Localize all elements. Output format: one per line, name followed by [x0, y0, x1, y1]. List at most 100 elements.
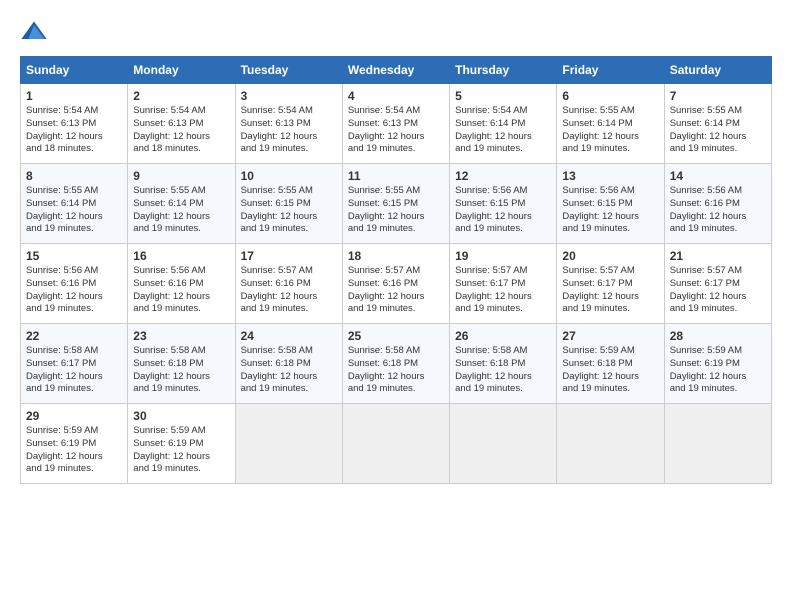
day-number: 27 [562, 329, 658, 343]
day-info: Sunrise: 5:55 AMSunset: 6:14 PMDaylight:… [133, 185, 229, 236]
day-info: Sunrise: 5:58 AMSunset: 6:18 PMDaylight:… [241, 345, 337, 396]
day-number: 30 [133, 409, 229, 423]
calendar-day-cell: 16 Sunrise: 5:56 AMSunset: 6:16 PMDaylig… [128, 244, 235, 324]
calendar-day-cell: 2 Sunrise: 5:54 AMSunset: 6:13 PMDayligh… [128, 84, 235, 164]
calendar-header-row: SundayMondayTuesdayWednesdayThursdayFrid… [21, 57, 772, 84]
calendar-week-row: 8 Sunrise: 5:55 AMSunset: 6:14 PMDayligh… [21, 164, 772, 244]
day-info: Sunrise: 5:55 AMSunset: 6:14 PMDaylight:… [562, 105, 658, 156]
day-info: Sunrise: 5:55 AMSunset: 6:15 PMDaylight:… [348, 185, 444, 236]
calendar-day-cell: 7 Sunrise: 5:55 AMSunset: 6:14 PMDayligh… [664, 84, 771, 164]
day-info: Sunrise: 5:58 AMSunset: 6:18 PMDaylight:… [455, 345, 551, 396]
day-number: 17 [241, 249, 337, 263]
calendar-day-cell: 19 Sunrise: 5:57 AMSunset: 6:17 PMDaylig… [450, 244, 557, 324]
calendar-col-header: Wednesday [342, 57, 449, 84]
calendar-col-header: Friday [557, 57, 664, 84]
calendar-day-cell: 26 Sunrise: 5:58 AMSunset: 6:18 PMDaylig… [450, 324, 557, 404]
day-number: 6 [562, 89, 658, 103]
calendar-col-header: Sunday [21, 57, 128, 84]
calendar-day-cell: 24 Sunrise: 5:58 AMSunset: 6:18 PMDaylig… [235, 324, 342, 404]
day-info: Sunrise: 5:54 AMSunset: 6:13 PMDaylight:… [133, 105, 229, 156]
day-info: Sunrise: 5:54 AMSunset: 6:13 PMDaylight:… [241, 105, 337, 156]
day-info: Sunrise: 5:54 AMSunset: 6:13 PMDaylight:… [348, 105, 444, 156]
calendar-day-cell [664, 404, 771, 484]
logo-icon [20, 18, 48, 46]
day-info: Sunrise: 5:57 AMSunset: 6:17 PMDaylight:… [455, 265, 551, 316]
day-info: Sunrise: 5:56 AMSunset: 6:16 PMDaylight:… [26, 265, 122, 316]
day-info: Sunrise: 5:56 AMSunset: 6:15 PMDaylight:… [455, 185, 551, 236]
calendar-day-cell: 23 Sunrise: 5:58 AMSunset: 6:18 PMDaylig… [128, 324, 235, 404]
calendar-day-cell [235, 404, 342, 484]
calendar-day-cell: 21 Sunrise: 5:57 AMSunset: 6:17 PMDaylig… [664, 244, 771, 324]
day-info: Sunrise: 5:55 AMSunset: 6:14 PMDaylight:… [670, 105, 766, 156]
logo [20, 18, 52, 46]
day-number: 20 [562, 249, 658, 263]
calendar-day-cell [342, 404, 449, 484]
day-number: 28 [670, 329, 766, 343]
calendar-day-cell: 12 Sunrise: 5:56 AMSunset: 6:15 PMDaylig… [450, 164, 557, 244]
day-info: Sunrise: 5:57 AMSunset: 6:16 PMDaylight:… [241, 265, 337, 316]
day-info: Sunrise: 5:59 AMSunset: 6:18 PMDaylight:… [562, 345, 658, 396]
day-number: 14 [670, 169, 766, 183]
day-number: 8 [26, 169, 122, 183]
calendar-day-cell: 20 Sunrise: 5:57 AMSunset: 6:17 PMDaylig… [557, 244, 664, 324]
calendar-col-header: Tuesday [235, 57, 342, 84]
day-number: 26 [455, 329, 551, 343]
calendar-day-cell: 1 Sunrise: 5:54 AMSunset: 6:13 PMDayligh… [21, 84, 128, 164]
calendar-day-cell: 30 Sunrise: 5:59 AMSunset: 6:19 PMDaylig… [128, 404, 235, 484]
day-info: Sunrise: 5:55 AMSunset: 6:15 PMDaylight:… [241, 185, 337, 236]
calendar-week-row: 29 Sunrise: 5:59 AMSunset: 6:19 PMDaylig… [21, 404, 772, 484]
calendar-day-cell: 22 Sunrise: 5:58 AMSunset: 6:17 PMDaylig… [21, 324, 128, 404]
day-number: 7 [670, 89, 766, 103]
calendar-table: SundayMondayTuesdayWednesdayThursdayFrid… [20, 56, 772, 484]
day-number: 16 [133, 249, 229, 263]
calendar-day-cell: 13 Sunrise: 5:56 AMSunset: 6:15 PMDaylig… [557, 164, 664, 244]
day-info: Sunrise: 5:54 AMSunset: 6:14 PMDaylight:… [455, 105, 551, 156]
day-info: Sunrise: 5:58 AMSunset: 6:18 PMDaylight:… [133, 345, 229, 396]
day-number: 11 [348, 169, 444, 183]
calendar-col-header: Monday [128, 57, 235, 84]
calendar-day-cell: 15 Sunrise: 5:56 AMSunset: 6:16 PMDaylig… [21, 244, 128, 324]
day-info: Sunrise: 5:58 AMSunset: 6:17 PMDaylight:… [26, 345, 122, 396]
calendar-day-cell: 6 Sunrise: 5:55 AMSunset: 6:14 PMDayligh… [557, 84, 664, 164]
calendar-day-cell: 8 Sunrise: 5:55 AMSunset: 6:14 PMDayligh… [21, 164, 128, 244]
day-number: 18 [348, 249, 444, 263]
calendar-day-cell: 5 Sunrise: 5:54 AMSunset: 6:14 PMDayligh… [450, 84, 557, 164]
calendar-day-cell: 18 Sunrise: 5:57 AMSunset: 6:16 PMDaylig… [342, 244, 449, 324]
day-number: 12 [455, 169, 551, 183]
day-info: Sunrise: 5:59 AMSunset: 6:19 PMDaylight:… [133, 425, 229, 476]
day-number: 3 [241, 89, 337, 103]
calendar-day-cell: 14 Sunrise: 5:56 AMSunset: 6:16 PMDaylig… [664, 164, 771, 244]
calendar-day-cell [557, 404, 664, 484]
calendar-day-cell: 9 Sunrise: 5:55 AMSunset: 6:14 PMDayligh… [128, 164, 235, 244]
calendar-day-cell: 10 Sunrise: 5:55 AMSunset: 6:15 PMDaylig… [235, 164, 342, 244]
day-number: 19 [455, 249, 551, 263]
day-number: 9 [133, 169, 229, 183]
day-number: 23 [133, 329, 229, 343]
page: SundayMondayTuesdayWednesdayThursdayFrid… [0, 0, 792, 612]
day-info: Sunrise: 5:58 AMSunset: 6:18 PMDaylight:… [348, 345, 444, 396]
calendar-week-row: 15 Sunrise: 5:56 AMSunset: 6:16 PMDaylig… [21, 244, 772, 324]
day-number: 5 [455, 89, 551, 103]
calendar-day-cell: 25 Sunrise: 5:58 AMSunset: 6:18 PMDaylig… [342, 324, 449, 404]
calendar-day-cell: 27 Sunrise: 5:59 AMSunset: 6:18 PMDaylig… [557, 324, 664, 404]
calendar-day-cell: 4 Sunrise: 5:54 AMSunset: 6:13 PMDayligh… [342, 84, 449, 164]
day-number: 2 [133, 89, 229, 103]
day-info: Sunrise: 5:57 AMSunset: 6:17 PMDaylight:… [562, 265, 658, 316]
day-info: Sunrise: 5:57 AMSunset: 6:16 PMDaylight:… [348, 265, 444, 316]
day-info: Sunrise: 5:59 AMSunset: 6:19 PMDaylight:… [26, 425, 122, 476]
day-info: Sunrise: 5:55 AMSunset: 6:14 PMDaylight:… [26, 185, 122, 236]
calendar-day-cell: 3 Sunrise: 5:54 AMSunset: 6:13 PMDayligh… [235, 84, 342, 164]
day-info: Sunrise: 5:56 AMSunset: 6:16 PMDaylight:… [133, 265, 229, 316]
header [20, 18, 772, 46]
day-number: 24 [241, 329, 337, 343]
day-number: 10 [241, 169, 337, 183]
calendar-col-header: Saturday [664, 57, 771, 84]
day-number: 15 [26, 249, 122, 263]
day-number: 22 [26, 329, 122, 343]
calendar-day-cell: 29 Sunrise: 5:59 AMSunset: 6:19 PMDaylig… [21, 404, 128, 484]
day-number: 1 [26, 89, 122, 103]
calendar-week-row: 1 Sunrise: 5:54 AMSunset: 6:13 PMDayligh… [21, 84, 772, 164]
day-number: 25 [348, 329, 444, 343]
day-info: Sunrise: 5:59 AMSunset: 6:19 PMDaylight:… [670, 345, 766, 396]
calendar-day-cell [450, 404, 557, 484]
